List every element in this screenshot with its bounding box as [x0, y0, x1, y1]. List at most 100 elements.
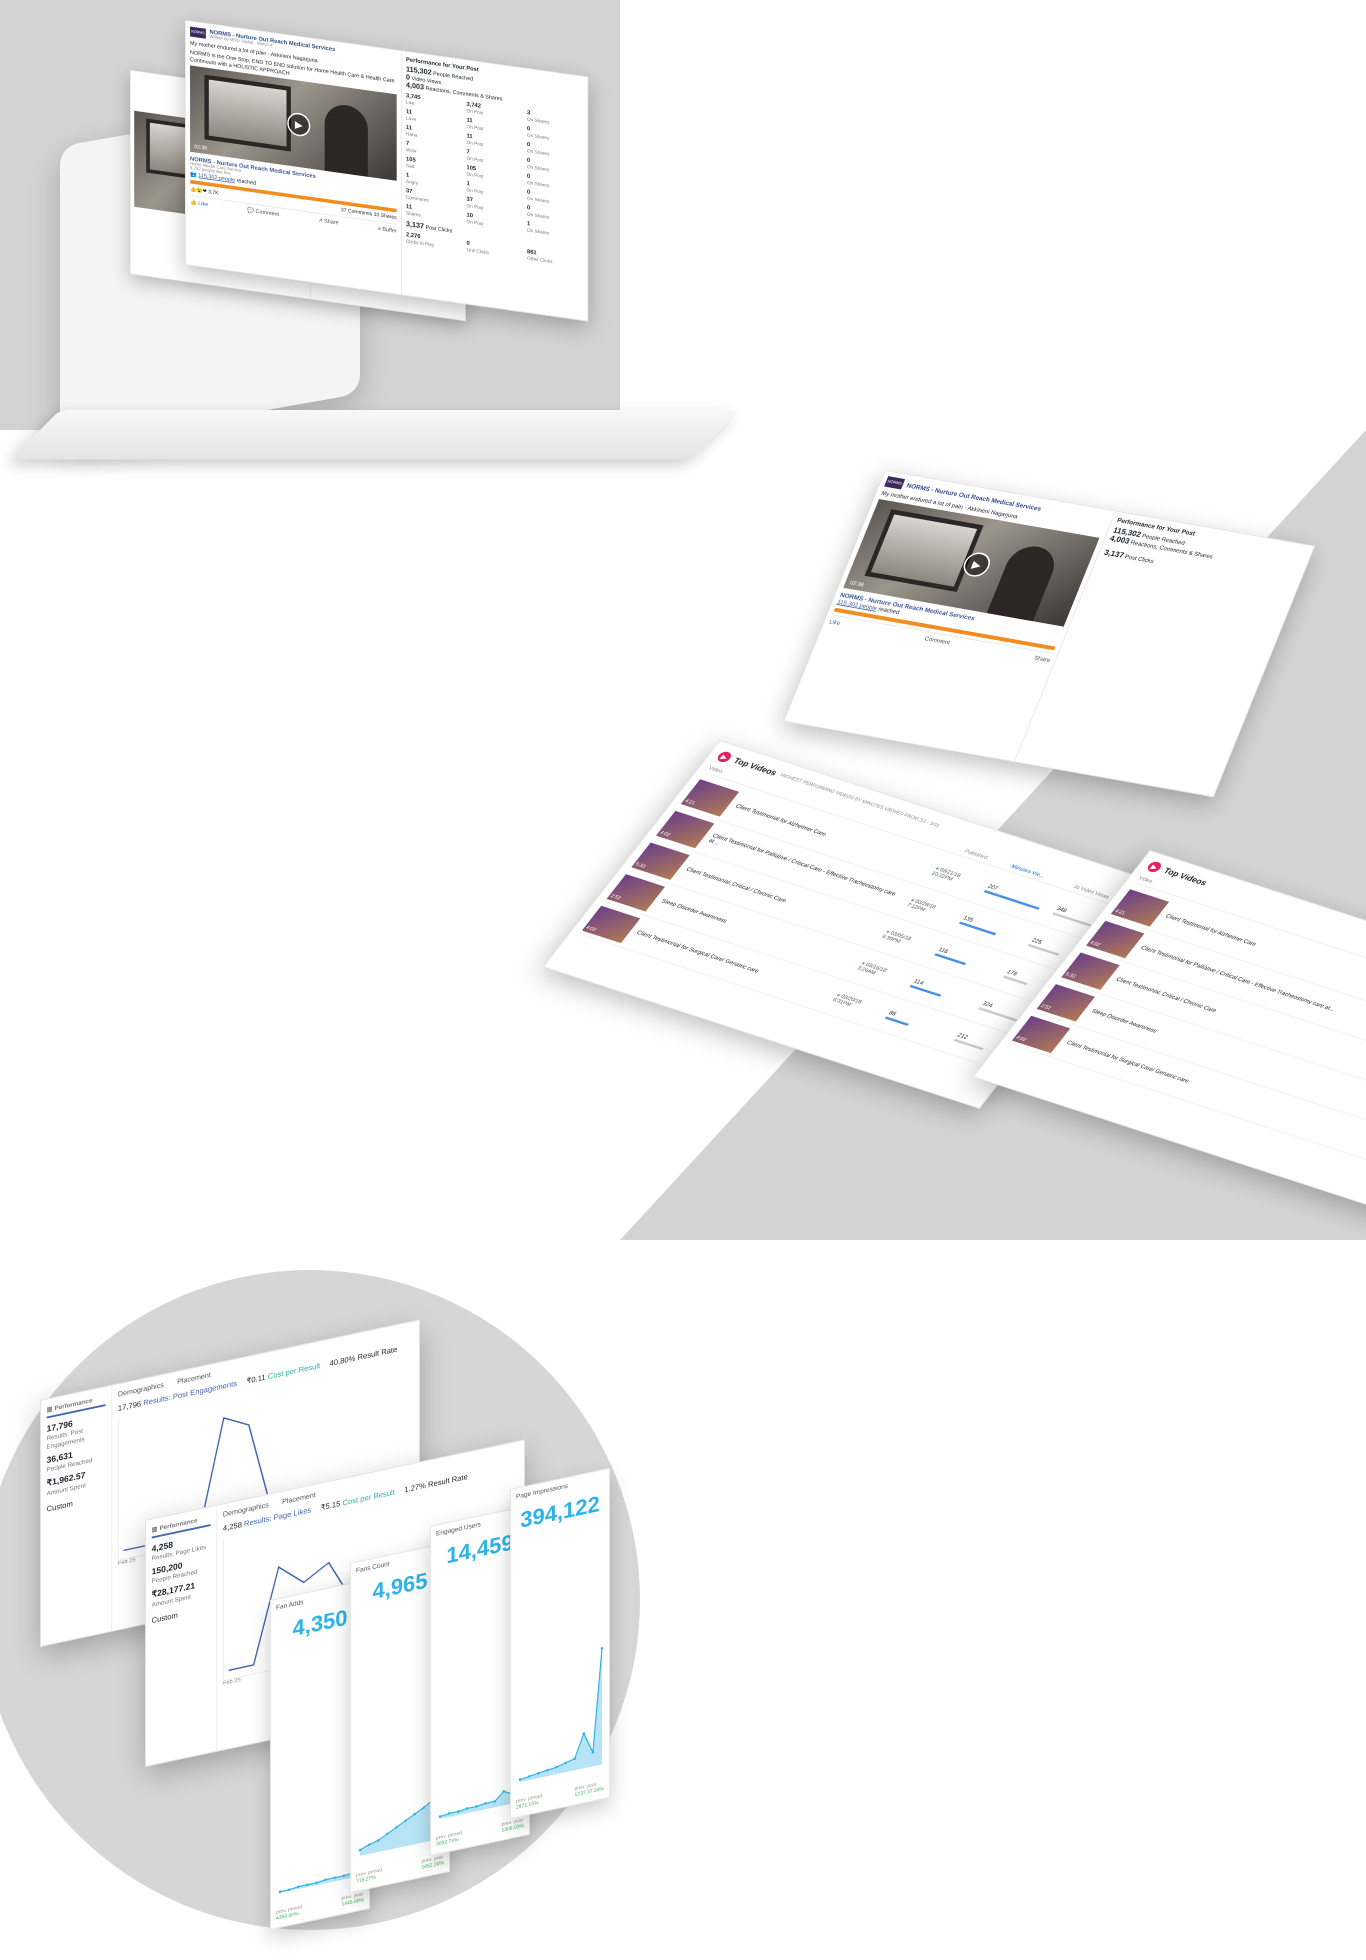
thumbnail-duration: 5:33: [634, 861, 647, 869]
minutes-bar: [959, 921, 997, 935]
video-published: ● 03/05/18 6:30PM: [881, 929, 935, 954]
thumbnail-duration: 2:52: [609, 893, 622, 901]
reaction-label: On Shares: [527, 227, 550, 237]
thumbnail-duration: 4:02: [584, 925, 598, 933]
video-minutes: 135: [959, 915, 1028, 944]
reaction-label: On Post: [466, 140, 484, 148]
comment-button-2[interactable]: Comment: [923, 635, 951, 646]
series-area: [520, 1648, 602, 1782]
buffer-button[interactable]: ≡ Buffer: [378, 225, 397, 234]
reaction-label: Haha: [406, 131, 418, 139]
video-published: ● 03/16/18 3:26AM: [856, 960, 910, 985]
ads1-cost: ₹0.11: [246, 1372, 266, 1386]
minutes-bar: [934, 952, 967, 965]
post-clicks-value-2: 3,137: [1102, 548, 1126, 561]
thumbnail-duration: 4:02: [658, 830, 672, 838]
reaction-label: Wow: [406, 147, 417, 155]
thumbnail-duration: 2:52: [1039, 1003, 1052, 1011]
video-published: ● 03/20/18 6:31PM: [831, 992, 885, 1017]
reaction-label: Like: [406, 100, 415, 107]
video-published: ● 03/21/18 10:22PM: [930, 866, 984, 891]
ads2-cost: ₹5.15: [320, 1499, 341, 1513]
showcase-stage: NORMS NORMS - Nurture Out Reach Medical …: [0, 0, 1366, 1960]
minutes-bar: [909, 984, 942, 997]
ads2-rate: 1.27%: [404, 1481, 426, 1495]
reaction-label: On Post: [466, 219, 484, 227]
ads1-results-sum: 17,796: [117, 1399, 142, 1413]
video-thumbnail[interactable]: 4:02: [1012, 1015, 1071, 1053]
reaction-label: On Shares: [527, 196, 550, 205]
click-label: Clicks to Play: [406, 238, 435, 248]
comment-icon: 💬: [247, 206, 255, 215]
chart-icon-2: ▥: [151, 1525, 158, 1534]
video-frame-photo: [204, 74, 291, 152]
like-button-2[interactable]: Like: [828, 618, 841, 627]
post-left-column: NORMS NORMS - Nurture Out Reach Medical …: [185, 20, 402, 295]
minutes-value: 86: [887, 1009, 898, 1017]
click-label: Link Clicks: [466, 247, 489, 256]
video-play-icon: ▶: [715, 750, 734, 764]
minutes-bar: [983, 889, 1041, 910]
video-published: ● 03/28/18 7:12PM: [906, 897, 960, 922]
reach-suffix: reached: [236, 177, 257, 187]
placement-tab-1[interactable]: Placement: [177, 1370, 211, 1386]
insight-card: Page Impressions 394,122 prev. period 287…: [510, 1467, 610, 1819]
views-bar: [953, 1038, 985, 1050]
video-person: [324, 102, 368, 181]
video-duration: 02:38: [194, 144, 207, 152]
post-date[interactable]: March 4: [257, 42, 273, 49]
ads2-custom[interactable]: Custom: [152, 1604, 211, 1625]
insight-chart: [518, 1647, 604, 1782]
ads1-rate: 40.80%: [329, 1353, 356, 1368]
people-icon: 👥: [190, 170, 197, 178]
rcs-value: 4,003: [406, 81, 425, 92]
share-button-2[interactable]: Share: [1033, 655, 1051, 664]
video-minutes: 86: [884, 1009, 954, 1039]
reaction-label: On Post: [466, 124, 484, 132]
page-logo-2[interactable]: NORMS: [884, 476, 906, 490]
ads1-custom[interactable]: Custom: [47, 1492, 106, 1513]
click-label: Other Clicks: [527, 255, 553, 265]
reaction-label: Sad: [406, 163, 415, 170]
post-clicks-value: 3,137: [406, 220, 425, 231]
reaction-label: On Post: [466, 187, 484, 196]
thumbnail-duration: 4:21: [683, 798, 697, 806]
video-duration-2: 02:38: [848, 580, 865, 589]
post-performance-panel: Performance for Your Post 115,302 People…: [402, 51, 588, 320]
reaction-breakdown-grid: 3,745 Like 3,742 On Post 3 On Shares 11 Love 11 O…: [406, 92, 583, 241]
thumbnail-duration: 4:02: [1014, 1035, 1028, 1043]
ads1-results-label: Results: Post Engagements: [46, 1427, 85, 1451]
reaction-label: On Shares: [527, 164, 550, 173]
video-minutes: 114: [909, 978, 979, 1007]
reaction-label: Shares: [406, 210, 421, 219]
reaction-label: On Post: [466, 156, 484, 164]
reaction-label: Comments: [406, 195, 429, 204]
reactions-count[interactable]: 3.7K: [208, 190, 218, 196]
share-button[interactable]: ↗ Share: [318, 217, 338, 226]
comment-button[interactable]: 💬 Comment: [247, 207, 279, 218]
col-video-2: Video: [1137, 875, 1154, 885]
reaction-label: On Shares: [527, 117, 550, 126]
thumbnail-duration: 4:21: [1113, 908, 1127, 916]
views-bar: [1027, 943, 1060, 956]
chart-icon-1: ▥: [46, 1405, 53, 1414]
video-thumbnail[interactable]: 4:02: [582, 905, 641, 943]
views-bar: [1003, 975, 1029, 985]
page-logo[interactable]: NORMS: [190, 26, 206, 39]
keyboard-device: [10, 410, 741, 460]
reaction-label: On Post: [466, 108, 484, 116]
post-clicks-label: Post Clicks: [425, 223, 453, 234]
thumbnail-duration: 4:02: [1088, 940, 1102, 948]
data-point: [287, 1888, 291, 1892]
video-play-icon-2: ▶: [1145, 860, 1164, 874]
buffer-icon: ≡: [377, 225, 381, 232]
thumbs-up-icon: 👍: [190, 198, 197, 207]
placement-tab-2[interactable]: Placement: [282, 1490, 316, 1506]
post-clicks-label-2: Post Clicks: [1123, 552, 1155, 565]
reaction-label: On Shares: [527, 148, 550, 157]
reaction-label: On Shares: [527, 132, 550, 142]
thumbnail-duration: 5:33: [1064, 971, 1077, 979]
like-button[interactable]: 👍 Like: [190, 199, 208, 208]
col-video: Video: [707, 765, 724, 775]
minutes-bar: [884, 1016, 910, 1026]
